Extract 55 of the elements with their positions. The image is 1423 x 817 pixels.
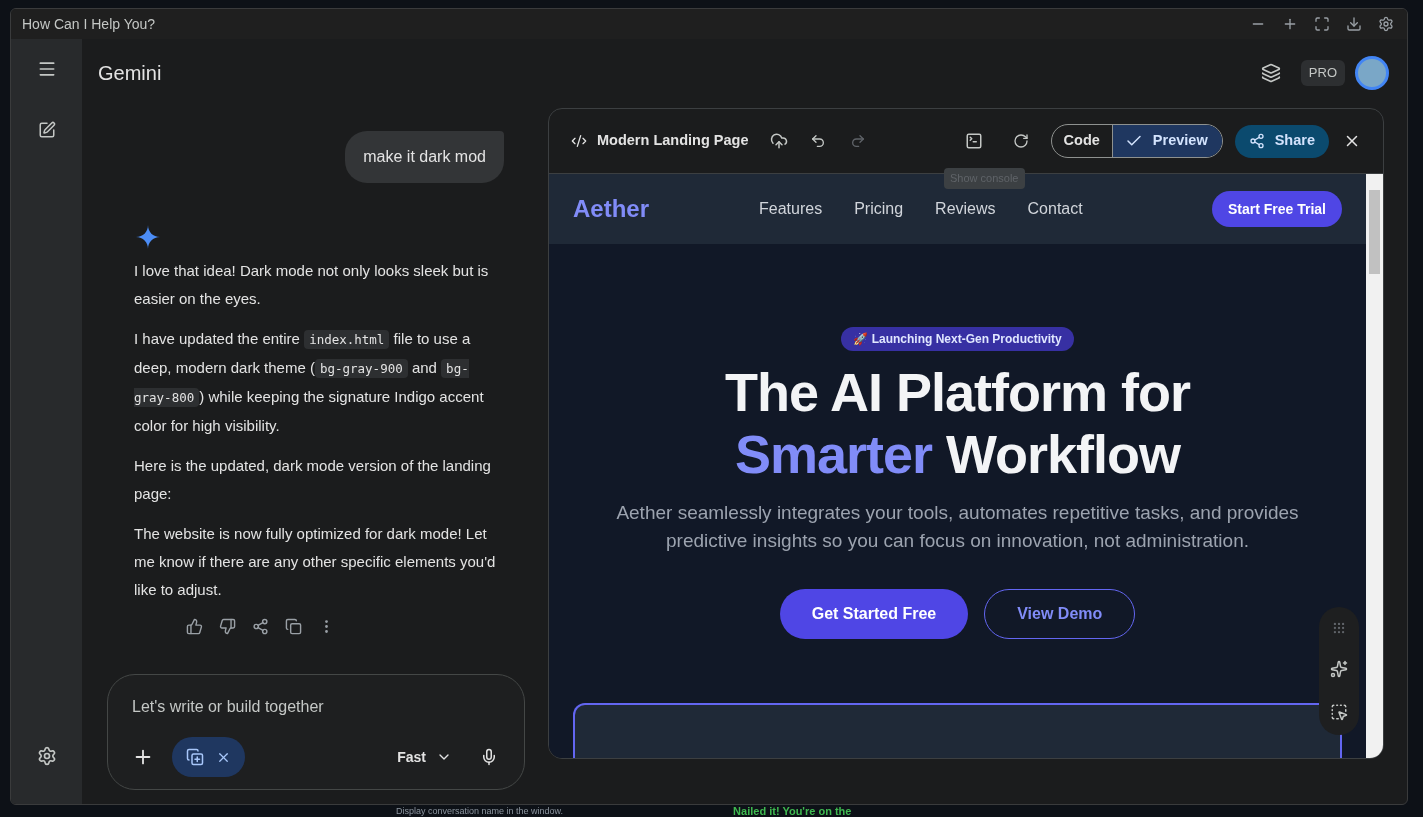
fullscreen-icon[interactable]: [1314, 16, 1330, 32]
undo-icon[interactable]: [810, 133, 827, 149]
share-icon[interactable]: [252, 618, 269, 635]
hero-heading: Smarter Workflow: [734, 423, 1181, 485]
avatar[interactable]: [1355, 56, 1389, 90]
code-icon: [571, 133, 587, 149]
response-paragraph: The website is now fully optimized for dark mode! Let me know if there are any other specific elements you'd like to adjust.: [134, 524, 497, 600]
settings-icon[interactable]: [36, 746, 57, 766]
new-chat-icon[interactable]: [37, 121, 56, 139]
thumbs-down-icon[interactable]: [219, 618, 236, 635]
redo-icon[interactable]: [850, 133, 867, 149]
cloud-icon[interactable]: [770, 132, 789, 150]
nav-link[interactable]: Reviews: [935, 197, 996, 221]
microphone-icon[interactable]: [480, 748, 498, 766]
response-paragraph: Here is the updated, dark mode version of the landing page:: [134, 456, 492, 504]
hero-heading: The AI Platform for: [725, 361, 1190, 423]
get-started-button[interactable]: Get Started Free: [779, 589, 969, 639]
canvas-icon: [186, 748, 204, 766]
download-icon[interactable]: [1346, 16, 1362, 32]
site-logo[interactable]: Aether: [573, 191, 650, 227]
response-paragraph: I love that idea! Dark mode not only looks sleek but is easier on the eyes.: [134, 261, 490, 309]
copy-icon[interactable]: [285, 618, 302, 635]
sparkle-icon[interactable]: [1330, 660, 1348, 678]
app-name: Gemini: [98, 61, 162, 86]
background-text: Nailed it! You're on the: [733, 805, 852, 817]
console-icon[interactable]: [964, 132, 983, 150]
nav-link[interactable]: Contact: [1027, 197, 1083, 221]
canvas-title: Modern Landing Page: [597, 131, 749, 151]
scrollbar[interactable]: [1366, 174, 1383, 758]
view-tab[interactable]: Code: [1051, 125, 1112, 157]
demo-button[interactable]: View Demo: [984, 589, 1136, 639]
nav-link[interactable]: Features: [759, 197, 823, 221]
background-text: Display conversation name in the window.: [396, 805, 564, 817]
hero-badge: 🚀 Launching Next-Gen Productivity: [841, 327, 1074, 351]
plus-icon[interactable]: [1282, 16, 1298, 32]
refresh-icon[interactable]: [1012, 133, 1029, 149]
user-message: make it dark mod: [345, 131, 504, 183]
trial-button[interactable]: Start Free Trial: [1211, 191, 1342, 227]
response-paragraph: I have updated the entire index.html file to use a deep, modern dark theme ( bg-gray-900 and bg-gray-800 ) while keeping the signature Indigo accent color for high visibility.: [134, 329, 485, 436]
share-button[interactable]: Share: [1234, 124, 1329, 158]
sparkle-icon: [136, 225, 160, 249]
nav-link[interactable]: Pricing: [854, 197, 904, 221]
mode-dropdown[interactable]: Fast: [397, 746, 452, 768]
stack-icon[interactable]: [1260, 63, 1281, 83]
settings-icon[interactable]: [1378, 16, 1394, 32]
plan-badge: PRO: [1300, 60, 1345, 86]
select-icon[interactable]: [1330, 703, 1348, 721]
thumbs-up-icon[interactable]: [186, 618, 203, 635]
share-icon: [1248, 133, 1265, 149]
window-title: How Can I Help You?: [22, 14, 156, 34]
view-tab[interactable]: Preview: [1111, 125, 1222, 157]
drag-handle-icon[interactable]: [1332, 621, 1346, 635]
hero-subtitle: Aether seamlessly integrates your tools, automates repetitive tasks, and provides predictive insights so you can focus on innovation, not administration.: [615, 501, 1300, 553]
tool-chip[interactable]: [172, 737, 245, 777]
prompt-input[interactable]: Let's write or build together: [122, 695, 510, 719]
